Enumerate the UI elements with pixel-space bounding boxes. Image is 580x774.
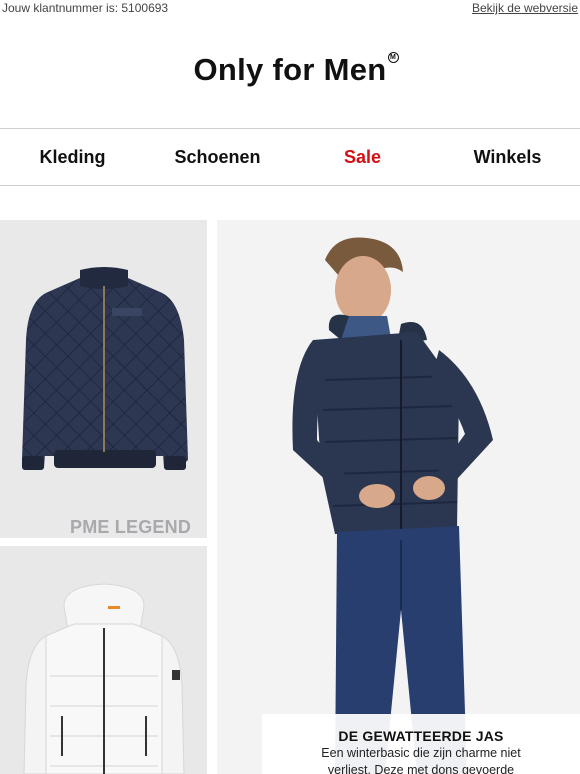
nav-item-schoenen[interactable]: Schoenen xyxy=(145,129,290,185)
nav-item-kleding[interactable]: Kleding xyxy=(0,129,145,185)
customer-number: Jouw klantnummer is: 5100693 xyxy=(2,1,169,15)
navy-quilted-jacket-image xyxy=(22,267,188,470)
logo[interactable]: Only for Men M xyxy=(0,52,580,100)
hero-image-tile[interactable] xyxy=(217,220,580,774)
nav-item-sale[interactable]: Sale xyxy=(290,129,435,185)
model-in-navy-jacket-image xyxy=(292,237,493,774)
logo-text: Only for Men M xyxy=(193,52,399,88)
hero-caption-text-line1: Een winterbasic die zijn charme niet xyxy=(321,746,521,760)
product-tile-pme-jacket[interactable]: PME LEGEND xyxy=(0,220,207,538)
registered-mark: M xyxy=(387,52,399,63)
brand-label-pme-legend: PME LEGEND xyxy=(70,517,192,537)
hero-caption: DE GEWATTEERDE JAS Een winterbasic die z… xyxy=(262,714,580,774)
nav-item-winkels[interactable]: Winkels xyxy=(435,129,580,185)
hero-caption-text-line2: verliest. Deze met dons gevoerde xyxy=(327,763,515,774)
top-bar: Jouw klantnummer is: 5100693 Bekijk de w… xyxy=(0,0,580,18)
hero-caption-title: DE GEWATTEERDE JAS xyxy=(338,728,504,744)
white-puffer-jacket-image xyxy=(23,583,185,774)
main-nav: Kleding Schoenen Sale Winkels xyxy=(0,128,580,186)
product-tile-white-jacket[interactable] xyxy=(0,546,207,774)
web-version-link[interactable]: Bekijk de webversie xyxy=(472,1,578,15)
